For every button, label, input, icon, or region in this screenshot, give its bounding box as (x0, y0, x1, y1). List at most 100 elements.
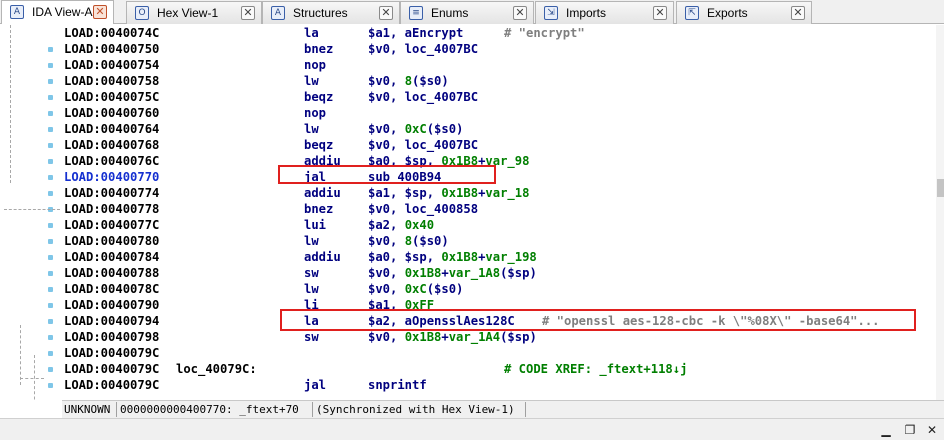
instruction-mnemonic: lw (304, 74, 319, 88)
instruction-operands[interactable]: $v0, 0xC($s0) (368, 121, 463, 137)
listing-line[interactable]: LOAD:00400760 nop (62, 105, 936, 121)
instruction-operands[interactable]: $v0, 0x1B8+var_1A8($sp) (368, 265, 537, 281)
listing-line[interactable]: LOAD:0040077C lui $a2, 0x40 (62, 217, 936, 233)
listing-line[interactable]: LOAD:0040079C jal snprintf (62, 377, 936, 393)
listing-line[interactable]: LOAD:00400764 lw $v0, 0xC($s0) (62, 121, 936, 137)
breakpoint-marker-dot[interactable] (48, 303, 53, 308)
instruction-mnemonic: beqz (304, 138, 334, 152)
instruction-mnemonic: beqz (304, 90, 334, 104)
line-address: LOAD:00400788 (64, 266, 160, 280)
breakpoint-marker-dot[interactable] (48, 271, 53, 276)
tab-label: IDA View-A (32, 5, 93, 19)
breakpoint-marker-dot[interactable] (48, 383, 53, 388)
instruction-operands[interactable]: $a0, $sp, 0x1B8+var_198 (368, 249, 537, 265)
scrollbar-thumb[interactable] (937, 179, 944, 197)
tab-structures[interactable]: A Structures ✕ (262, 1, 400, 24)
tab-hex-view-1[interactable]: O Hex View-1 ✕ (126, 1, 262, 24)
line-address: LOAD:00400780 (64, 234, 160, 248)
instruction-operands[interactable]: $v0, 0xC($s0) (368, 281, 463, 297)
restore-icon[interactable]: ❐ (902, 422, 918, 438)
instruction-operands[interactable]: $v0, 8($s0) (368, 73, 449, 89)
code-xref-comment[interactable]: # CODE XREF: _ftext+118↓j (504, 361, 687, 377)
line-address: LOAD:0040078C (64, 282, 160, 296)
instruction-operands[interactable]: $v0, loc_4007BC (368, 137, 478, 153)
breakpoint-marker-dot[interactable] (48, 319, 53, 324)
listing-line[interactable]: LOAD:0040078C lw $v0, 0xC($s0) (62, 281, 936, 297)
instruction-mnemonic: lw (304, 282, 319, 296)
listing-line[interactable]: LOAD:0040076C addiu $a0, $sp, 0x1B8+var_98 (62, 153, 936, 169)
instruction-operands[interactable]: $v0, 0x1B8+var_1A4($sp) (368, 329, 537, 345)
listing-line[interactable]: LOAD:00400770 jal sub_400B94 (62, 169, 936, 185)
instruction-operands[interactable]: $v0, loc_4007BC (368, 89, 478, 105)
breakpoint-marker-dot[interactable] (48, 223, 53, 228)
line-address: LOAD:0040077C (64, 218, 160, 232)
listing-line[interactable]: LOAD:00400758 lw $v0, 8($s0) (62, 73, 936, 89)
line-address: LOAD:00400754 (64, 58, 160, 72)
tab-enums[interactable]: ≡ Enums ✕ (400, 1, 534, 24)
tab-close-icon[interactable]: ✕ (241, 6, 255, 20)
instruction-operands[interactable]: $a2, 0x40 (368, 217, 434, 233)
instruction-operands[interactable]: $v0, loc_4007BC (368, 41, 478, 57)
tab-close-icon[interactable]: ✕ (93, 5, 107, 19)
listing-line[interactable]: LOAD:00400750 bnez $v0, loc_4007BC (62, 41, 936, 57)
breakpoint-marker-dot[interactable] (48, 255, 53, 260)
instruction-operands[interactable]: $v0, loc_400858 (368, 201, 478, 217)
instruction-operands[interactable]: $v0, 8($s0) (368, 233, 449, 249)
tab-close-icon[interactable]: ✕ (791, 6, 805, 20)
breakpoint-marker-dot[interactable] (48, 143, 53, 148)
breakpoint-marker-dot[interactable] (48, 287, 53, 292)
line-address: LOAD:00400760 (64, 106, 160, 120)
listing-line[interactable]: LOAD:0040079C (62, 345, 936, 361)
tab-close-icon[interactable]: ✕ (513, 6, 527, 20)
listing-line[interactable]: LOAD:0040074C la $a1, aEncrypt # "encrypt" (62, 25, 936, 41)
tab-label: Hex View-1 (157, 6, 219, 20)
instruction-operands[interactable]: $a1, aEncrypt (368, 25, 463, 41)
breakpoint-marker-dot[interactable] (48, 127, 53, 132)
breakpoint-marker-dot[interactable] (48, 47, 53, 52)
tab-close-icon[interactable]: ✕ (379, 6, 393, 20)
listing-line[interactable]: LOAD:00400788 sw $v0, 0x1B8+var_1A8($sp) (62, 265, 936, 281)
disassembly-listing[interactable]: LOAD:0040074C la $a1, aEncrypt # "encrypt" L… (62, 25, 936, 400)
code-label[interactable]: loc_40079C: (176, 361, 257, 377)
breakpoint-marker-dot[interactable] (48, 159, 53, 164)
breakpoint-marker-dot[interactable] (48, 111, 53, 116)
breakpoint-marker-dot[interactable] (48, 63, 53, 68)
exports-icon: ⇱ (685, 6, 699, 20)
listing-line[interactable]: LOAD:00400778 bnez $v0, loc_400858 (62, 201, 936, 217)
breakpoint-marker-dot[interactable] (48, 335, 53, 340)
tab-close-icon[interactable]: ✕ (653, 6, 667, 20)
instruction-mnemonic: la (304, 26, 319, 40)
instruction-mnemonic: lw (304, 122, 319, 136)
status-mode: UNKNOWN (64, 403, 111, 416)
tab-exports[interactable]: ⇱ Exports ✕ (676, 1, 812, 24)
tab-imports[interactable]: ⇲ Imports ✕ (535, 1, 674, 24)
close-icon[interactable]: ✕ (924, 422, 940, 438)
breakpoint-marker-dot[interactable] (48, 95, 53, 100)
listing-line[interactable]: LOAD:00400798 sw $v0, 0x1B8+var_1A4($sp) (62, 329, 936, 345)
listing-line[interactable]: LOAD:00400754 nop (62, 57, 936, 73)
listing-line[interactable]: LOAD:0040079C loc_40079C: # CODE XREF: _ft… (62, 361, 936, 377)
instruction-operands[interactable]: snprintf (368, 377, 427, 393)
listing-line[interactable]: LOAD:00400768 beqz $v0, loc_4007BC (62, 137, 936, 153)
breakpoint-marker-dot[interactable] (48, 367, 53, 372)
line-address: LOAD:00400764 (64, 122, 160, 136)
vertical-scrollbar[interactable] (936, 25, 944, 400)
status-location: 0000000000400770: _ftext+70 (120, 403, 299, 416)
listing-line[interactable]: LOAD:0040075C beqz $v0, loc_4007BC (62, 89, 936, 105)
text-view-icon: A (10, 5, 24, 19)
listing-line[interactable]: LOAD:00400780 lw $v0, 8($s0) (62, 233, 936, 249)
breakpoint-marker-dot[interactable] (48, 351, 53, 356)
listing-line[interactable]: LOAD:00400774 addiu $a1, $sp, 0x1B8+var_18 (62, 185, 936, 201)
minimize-icon[interactable]: ▁ (878, 422, 894, 438)
listing-line[interactable]: LOAD:00400784 addiu $a0, $sp, 0x1B8+var_19… (62, 249, 936, 265)
breakpoint-marker-dot[interactable] (48, 239, 53, 244)
breakpoint-marker-dot[interactable] (48, 175, 53, 180)
flow-arrow-line (10, 25, 11, 183)
instruction-operands[interactable]: $a1, $sp, 0x1B8+var_18 (368, 185, 529, 201)
line-address: LOAD:00400794 (64, 314, 160, 328)
tab-ida-view-a[interactable]: A IDA View-A ✕ (1, 0, 114, 24)
breakpoint-marker-dot[interactable] (48, 191, 53, 196)
hex-view-icon: O (135, 6, 149, 20)
breakpoint-marker-dot[interactable] (48, 79, 53, 84)
line-address: LOAD:00400798 (64, 330, 160, 344)
